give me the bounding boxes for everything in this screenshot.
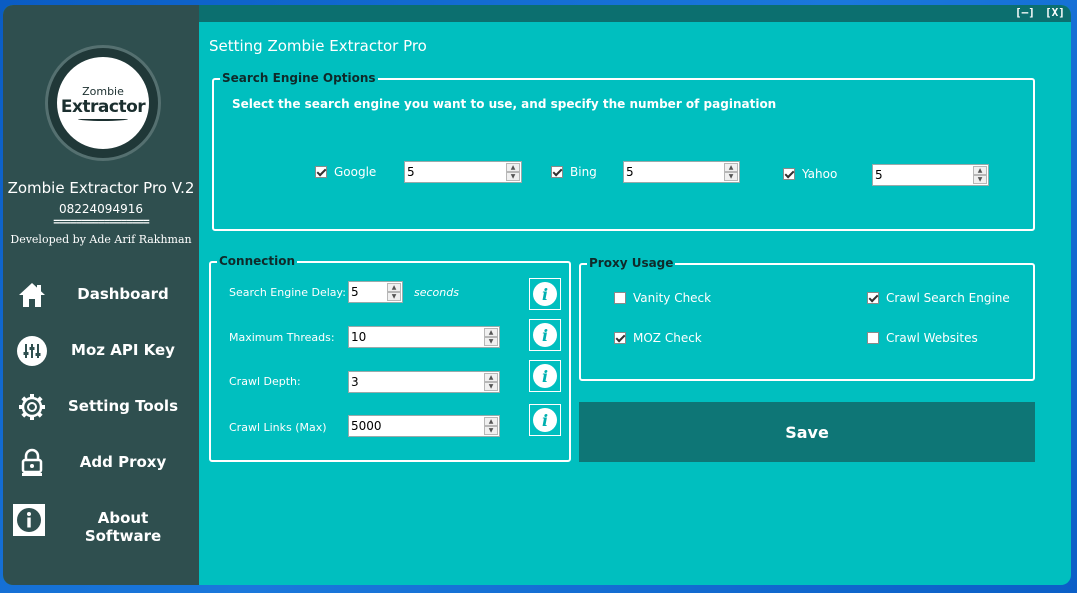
spin-up-button[interactable]: ▲	[484, 373, 498, 382]
logo-text-small: Zombie	[82, 84, 124, 98]
app-title: Zombie Extractor Pro V.2	[7, 179, 195, 197]
proxy-usage-group: Proxy Usage	[579, 256, 1035, 381]
spin-down-button[interactable]: ▼	[484, 426, 498, 435]
search-engine-delay-stepper[interactable]: ▲▼	[348, 281, 403, 303]
proxy-lock-icon	[17, 448, 47, 478]
info-icon: i	[533, 323, 557, 347]
search-engine-delay-input[interactable]	[349, 282, 387, 302]
sidebar-item-setting-tools[interactable]: Setting Tools	[3, 385, 199, 429]
google-pages-input[interactable]	[405, 162, 505, 182]
bing-checkbox[interactable]: Bing	[551, 165, 597, 179]
developer-credit: Developed by Ade Arif Rakhman	[10, 233, 192, 246]
spin-down-button[interactable]: ▼	[506, 172, 520, 181]
maximum-threads-label: Maximum Threads:	[229, 331, 335, 344]
crawl-websites-checkbox[interactable]: Crawl Websites	[867, 331, 978, 345]
checkbox-label: Bing	[570, 165, 597, 179]
group-legend: Connection	[217, 254, 298, 268]
spin-up-button[interactable]: ▲	[484, 417, 498, 426]
minimize-button[interactable]: [–]	[1015, 6, 1035, 19]
crawl-depth-label: Crawl Depth:	[229, 375, 301, 388]
links-info-button[interactable]: i	[529, 404, 561, 436]
checkbox-label: MOZ Check	[633, 331, 702, 345]
app-window: [–] [X] Zombie Extractor Zombie Extracto…	[3, 5, 1071, 585]
close-button[interactable]: [X]	[1045, 6, 1065, 19]
sidebar-item-label: Setting Tools	[67, 397, 179, 415]
depth-info-button[interactable]: i	[529, 360, 561, 392]
sidebar-item-dashboard[interactable]: Dashboard	[3, 273, 199, 317]
checkbox-label: Vanity Check	[633, 291, 712, 305]
sidebar-item-label: Dashboard	[77, 285, 169, 303]
sidebar-item-add-proxy[interactable]: Add Proxy	[3, 441, 199, 485]
sidebar: Zombie Extractor Zombie Extractor Pro V.…	[3, 5, 199, 585]
checkbox-box[interactable]	[867, 292, 879, 304]
checkbox-box[interactable]	[783, 168, 795, 180]
sidebar-item-label: Add Proxy	[79, 453, 167, 471]
crawl-links-label: Crawl Links (Max)	[229, 421, 327, 434]
app-phone: 08224094916	[59, 202, 143, 216]
logo-swoosh	[78, 117, 128, 121]
yahoo-pages-input[interactable]	[873, 165, 973, 185]
sidebar-item-label: Moz API Key	[71, 341, 175, 359]
checkbox-label: Yahoo	[802, 167, 838, 181]
sidebar-item-moz-api-key[interactable]: Moz API Key	[3, 329, 199, 373]
yahoo-pages-stepper[interactable]: ▲▼	[872, 164, 989, 186]
info-icon: i	[533, 282, 557, 306]
crawl-links-stepper[interactable]: ▲▼	[348, 415, 500, 437]
gear-icon	[17, 392, 47, 422]
checkbox-label: Crawl Websites	[886, 331, 978, 345]
checkbox-box[interactable]	[315, 166, 327, 178]
checkbox-label: Google	[334, 165, 377, 179]
checkbox-box[interactable]	[867, 332, 879, 344]
google-pages-stepper[interactable]: ▲▼	[404, 161, 522, 183]
vanity-check-checkbox[interactable]: Vanity Check	[614, 291, 711, 305]
sliders-icon	[17, 336, 47, 366]
yahoo-checkbox[interactable]: Yahoo	[783, 167, 837, 181]
logo-text-big: Extractor	[60, 96, 146, 117]
threads-info-button[interactable]: i	[529, 319, 561, 351]
group-legend: Proxy Usage	[587, 256, 676, 270]
delay-unit-label: seconds	[414, 286, 459, 299]
delay-info-button[interactable]: i	[529, 278, 561, 310]
spin-down-button[interactable]: ▼	[484, 337, 498, 346]
app-logo: Zombie Extractor	[45, 45, 161, 161]
search-engine-delay-label: Search Engine Delay:	[229, 286, 346, 299]
bing-pages-input[interactable]	[624, 162, 724, 182]
spin-up-button[interactable]: ▲	[387, 283, 401, 292]
spin-up-button[interactable]: ▲	[506, 163, 520, 172]
crawl-search-engine-checkbox[interactable]: Crawl Search Engine	[867, 291, 1010, 305]
spin-up-button[interactable]: ▲	[484, 328, 498, 337]
title-bar: [–] [X]	[199, 5, 1071, 22]
checkbox-box[interactable]	[614, 332, 626, 344]
sidebar-item-about-software[interactable]: About Software	[3, 497, 199, 545]
sidebar-item-label: About Software	[84, 509, 162, 545]
checkbox-box[interactable]	[614, 292, 626, 304]
maximum-threads-input[interactable]	[349, 327, 483, 347]
crawl-depth-input[interactable]	[349, 372, 483, 392]
moz-check-checkbox[interactable]: MOZ Check	[614, 331, 702, 345]
crawl-links-input[interactable]	[349, 416, 483, 436]
spin-down-button[interactable]: ▼	[973, 175, 987, 184]
group-legend: Search Engine Options	[220, 71, 378, 85]
maximum-threads-stepper[interactable]: ▲▼	[348, 326, 500, 348]
bing-pages-stepper[interactable]: ▲▼	[623, 161, 740, 183]
spin-up-button[interactable]: ▲	[724, 163, 738, 172]
separator-line: =================	[53, 215, 150, 228]
checkbox-box[interactable]	[551, 166, 563, 178]
info-icon: i	[533, 364, 557, 388]
page-title: Setting Zombie Extractor Pro	[209, 37, 427, 55]
info-icon	[13, 504, 45, 536]
search-engine-instruction: Select the search engine you want to use…	[232, 97, 777, 111]
checkbox-label: Crawl Search Engine	[886, 291, 1010, 305]
save-button[interactable]: Save	[579, 402, 1035, 462]
info-icon: i	[533, 408, 557, 432]
crawl-depth-stepper[interactable]: ▲▼	[348, 371, 500, 393]
spin-down-button[interactable]: ▼	[484, 382, 498, 391]
home-icon	[17, 280, 47, 310]
logo-badge: Zombie Extractor	[57, 57, 149, 149]
spin-down-button[interactable]: ▼	[724, 172, 738, 181]
spin-up-button[interactable]: ▲	[973, 166, 987, 175]
spin-down-button[interactable]: ▼	[387, 292, 401, 301]
google-checkbox[interactable]: Google	[315, 165, 376, 179]
